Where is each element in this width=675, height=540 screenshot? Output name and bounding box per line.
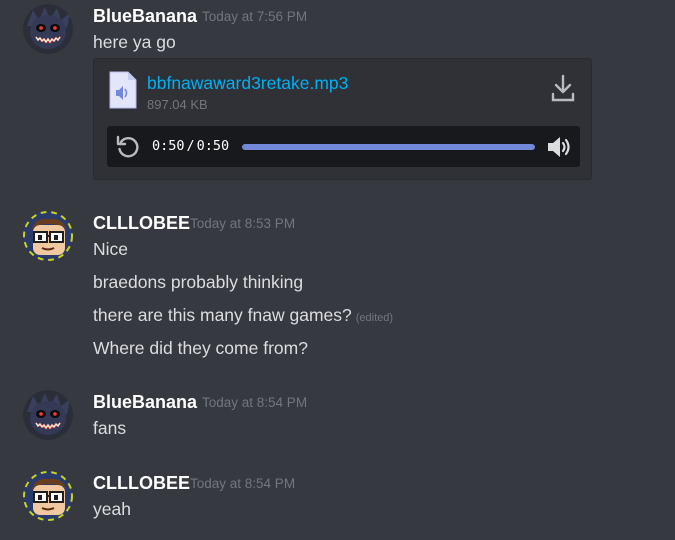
message-text: here ya go [93, 32, 176, 52]
timestamp: Today at 8:54 PM [190, 476, 296, 491]
audio-attachment: bbfnawaward3retake.mp3 897.04 KB 0:50/0:… [93, 58, 592, 180]
file-size: 897.04 KB [147, 97, 208, 112]
progress-fill [242, 144, 535, 150]
audio-file-icon [109, 71, 137, 109]
audio-player: 0:50/0:50 [107, 126, 580, 167]
edited-label: (edited) [355, 312, 394, 324]
time-separator: / [186, 138, 195, 154]
avatar-bluebanana[interactable] [23, 4, 73, 54]
message-text: yeah [93, 499, 131, 519]
avatar-bluebanana[interactable] [23, 390, 73, 440]
message-text-edited: there are this many fnaw games? (edited) [93, 303, 393, 330]
progress-bar[interactable] [242, 144, 535, 150]
timestamp: Today at 8:53 PM [190, 216, 296, 231]
message-text: braedons probably thinking [93, 272, 304, 292]
duration: 0:50 [196, 138, 230, 154]
timestamp: Today at 7:56 PM [202, 9, 308, 24]
timestamp: Today at 8:54 PM [202, 395, 308, 410]
message-text: there are this many fnaw games? [93, 305, 352, 325]
author-name[interactable]: CLLLOBEE [93, 472, 190, 494]
replay-icon[interactable] [115, 134, 141, 160]
download-icon[interactable] [550, 73, 576, 103]
author-name[interactable]: BlueBanana [93, 391, 197, 413]
author-name[interactable]: CLLLOBEE [93, 212, 190, 234]
file-name-link[interactable]: bbfnawaward3retake.mp3 [147, 72, 348, 94]
message-text: fans [93, 418, 127, 438]
message-text: Nice [93, 239, 129, 259]
current-time: 0:50 [152, 138, 185, 154]
message-text: Where did they come from? [93, 338, 308, 358]
volume-icon[interactable] [546, 134, 574, 160]
avatar-clllobee[interactable] [23, 471, 73, 521]
avatar-clllobee[interactable] [23, 211, 73, 261]
playback-time: 0:50/0:50 [152, 138, 229, 154]
author-name[interactable]: BlueBanana [93, 5, 197, 27]
